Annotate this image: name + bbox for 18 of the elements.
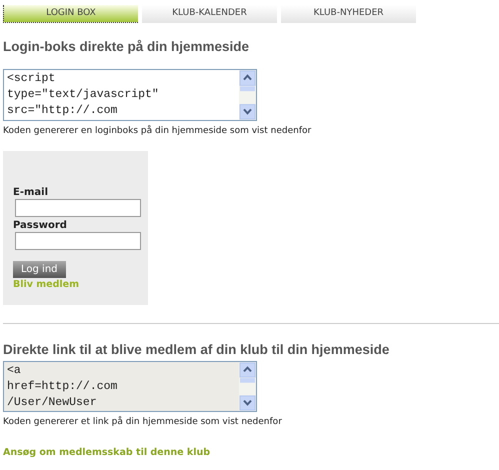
email-label: E-mail (13, 186, 48, 199)
tab[interactable]: KLUB-KALENDER (142, 5, 277, 23)
password-field[interactable] (15, 232, 141, 250)
password-label: Password (13, 220, 67, 232)
code-field[interactable]: <script type="text/javascript" src="http://.com (3, 69, 257, 122)
section-heading: Direkte link til at blive medlem af din klub til din hjemmeside (3, 340, 390, 359)
email-field[interactable] (15, 198, 141, 217)
code-field[interactable]: <a href=http://.com /User/NewUser (3, 361, 257, 412)
login-button[interactable]: Log ind (13, 260, 66, 278)
code-text: <script type="text/javascript" src="http://.com (6, 71, 160, 120)
code-text: <a href=http://.com /User/NewUser (6, 363, 118, 411)
section-heading: Login-boks direkte på din hjemmeside (3, 38, 250, 56)
tab[interactable]: KLUB-NYHEDER (281, 5, 416, 23)
scrollbar-drawing[interactable] (239, 70, 256, 120)
scrollbar-drawing[interactable] (239, 362, 256, 411)
caption: Koden genererer en loginboks på din hjemmeside som vist nedenfor (3, 125, 312, 138)
tab[interactable]: LOGIN BOX (3, 5, 138, 23)
caption: Koden genererer et link på din hjemmeside som vist nedenfor (3, 416, 283, 429)
